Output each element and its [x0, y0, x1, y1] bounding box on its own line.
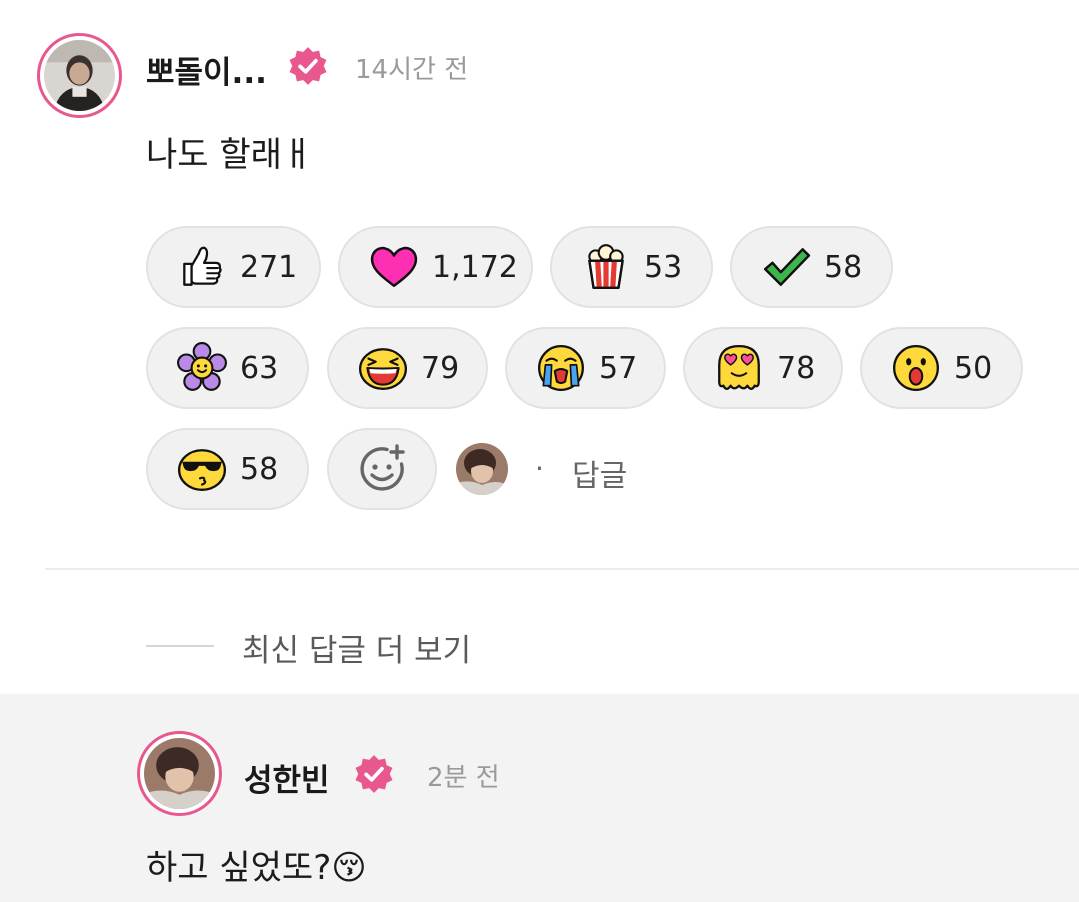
more-replies-line — [146, 645, 214, 647]
verified-badge-icon — [289, 47, 327, 85]
separator-dot: · — [535, 452, 544, 485]
laughing-face-icon — [358, 348, 408, 390]
popcorn-icon — [588, 244, 624, 289]
reaction-heart[interactable]: 1,172 — [338, 226, 533, 308]
reaction-count: 79 — [421, 350, 460, 386]
reaction-count: 63 — [240, 350, 279, 386]
check-icon — [763, 248, 811, 286]
reaction-surprised[interactable]: 50 — [860, 327, 1023, 409]
crying-face-icon — [538, 345, 584, 391]
thumbs-up-icon — [183, 246, 222, 286]
reaction-check[interactable]: 58 — [730, 226, 893, 308]
avatar-photo — [44, 40, 115, 111]
comment-time: 14시간 전 — [355, 55, 469, 85]
reaction-count: 1,172 — [432, 249, 518, 285]
reply-author-avatar[interactable] — [137, 731, 222, 816]
more-replies-button[interactable]: 최신 답글 더 보기 — [242, 625, 471, 670]
comment-text: 나도 할래ㅐ — [146, 135, 314, 175]
flower-icon — [177, 342, 227, 391]
reaction-count: 53 — [644, 249, 683, 285]
reaction-thumbs-up[interactable]: 271 — [146, 226, 321, 308]
reaction-count: 58 — [824, 249, 863, 285]
reaction-count: 271 — [240, 249, 298, 285]
surprised-face-icon — [893, 345, 939, 391]
reply-button[interactable]: 답글 — [572, 451, 627, 495]
reaction-count: 57 — [599, 350, 638, 386]
reply-time: 2분 전 — [427, 763, 500, 793]
heart-eyes-melting-face-icon — [718, 345, 760, 390]
heart-icon — [370, 246, 418, 287]
verified-badge-icon — [355, 755, 393, 793]
avatar-photo — [456, 443, 508, 495]
reaction-laughing[interactable]: 79 — [327, 327, 488, 409]
reaction-heart-eyes[interactable]: 78 — [683, 327, 843, 409]
sunglasses-kiss-face-icon — [177, 449, 227, 491]
reaction-flower[interactable]: 63 — [146, 327, 309, 409]
reply-author-name[interactable]: 성한빈 — [244, 755, 330, 800]
reaction-popcorn[interactable]: 53 — [550, 226, 713, 308]
reaction-sunglasses-kiss[interactable]: 58 — [146, 428, 309, 510]
avatar-photo — [144, 738, 215, 809]
add-emoji-icon — [360, 444, 405, 491]
reaction-count: 50 — [954, 350, 993, 386]
add-reaction-button[interactable] — [327, 428, 437, 510]
reaction-count: 58 — [240, 451, 279, 487]
reaction-crying[interactable]: 57 — [505, 327, 666, 409]
divider — [45, 568, 1079, 570]
comment-author-name[interactable]: 뽀돌이... — [146, 47, 267, 92]
reply-author-avatar-mini[interactable] — [456, 443, 508, 495]
reply-text: 하고 싶었또?😚 — [146, 848, 367, 888]
comment-author-avatar[interactable] — [37, 33, 122, 118]
reaction-count: 78 — [777, 350, 816, 386]
